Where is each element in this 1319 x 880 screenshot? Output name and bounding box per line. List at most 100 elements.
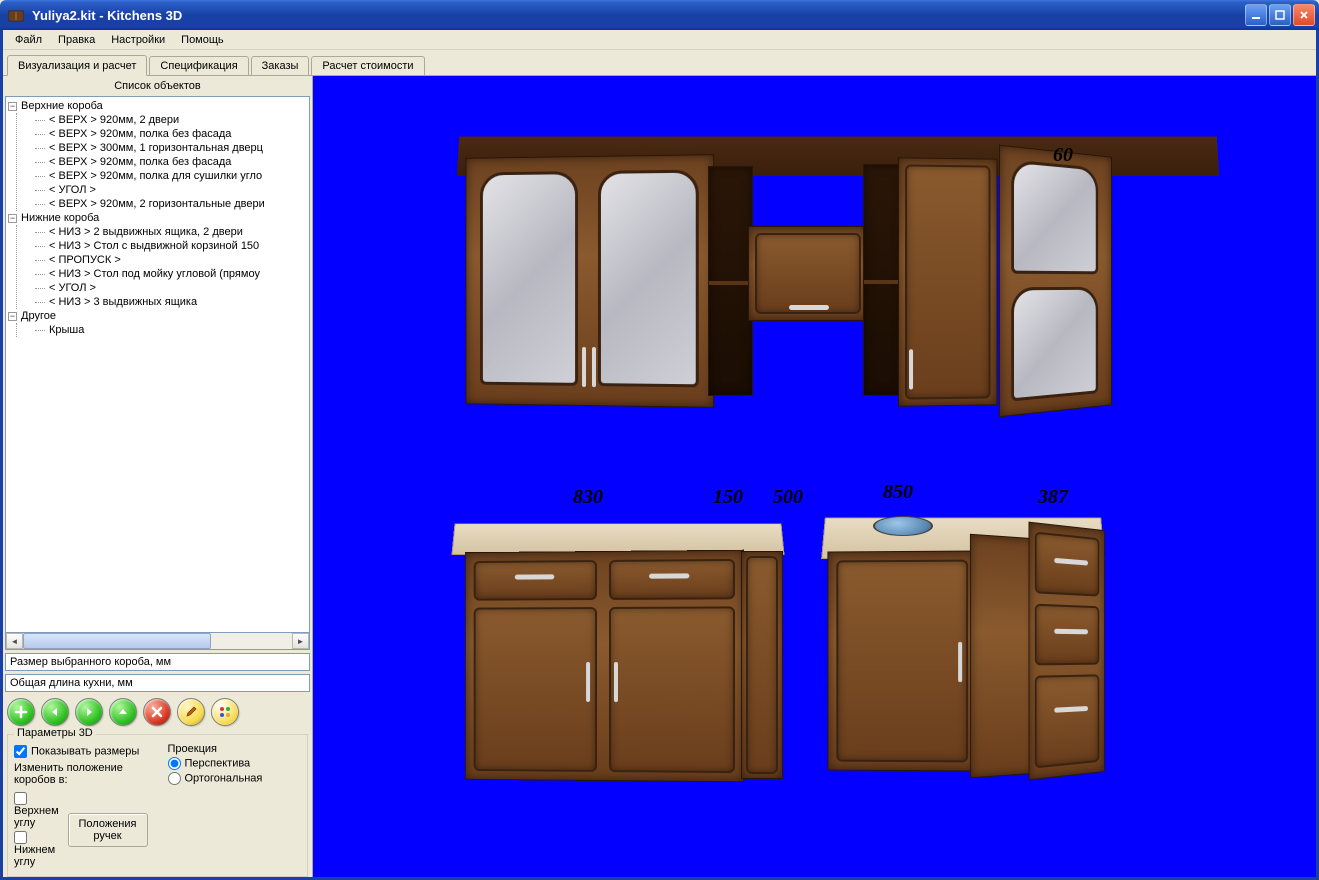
upper-horizontal-cabinet bbox=[748, 226, 868, 321]
tree-item-label: < НИЗ > Стол с выдвижной корзиной 150 bbox=[49, 240, 259, 252]
tree-item-label: < ВЕРХ > 920мм, 2 двери bbox=[49, 114, 179, 126]
tree-item[interactable]: < УГОЛ > bbox=[35, 281, 307, 295]
show-dims-input[interactable] bbox=[14, 745, 27, 758]
scroll-right-icon[interactable]: ► bbox=[292, 633, 309, 649]
scroll-left-icon[interactable]: ◄ bbox=[6, 633, 23, 649]
tab-bar: Визуализация и расчет Спецификация Заказ… bbox=[3, 52, 1316, 76]
move-right-button[interactable] bbox=[75, 698, 103, 726]
tree-item-label: < УГОЛ > bbox=[49, 282, 96, 294]
tree-item-label: < НИЗ > 2 выдвижных ящика, 2 двери bbox=[49, 226, 243, 238]
tree-item-label: < УГОЛ > bbox=[49, 184, 96, 196]
delete-button[interactable] bbox=[143, 698, 171, 726]
tree-item[interactable]: < НИЗ > Стол с выдвижной корзиной 150 bbox=[35, 239, 307, 253]
change-pos-label: Изменить положение коробов в: bbox=[14, 762, 148, 786]
upper-cabinet-glass-right bbox=[999, 145, 1112, 418]
tree-group-other[interactable]: −Другое bbox=[8, 309, 307, 323]
lower-cabinet-drawers-doors bbox=[465, 550, 744, 783]
dimension-label: 60 bbox=[1053, 144, 1073, 167]
menu-settings[interactable]: Настройки bbox=[103, 32, 173, 48]
tree-item[interactable]: < ВЕРХ > 300мм, 1 горизонтальная дверц bbox=[35, 141, 307, 155]
menu-bar: Файл Правка Настройки Помощь bbox=[3, 30, 1316, 50]
move-left-button[interactable] bbox=[41, 698, 69, 726]
tree-item-label: < ВЕРХ > 920мм, полка без фасада bbox=[49, 128, 231, 140]
lower-cabinet-basket bbox=[741, 551, 783, 779]
tree-group-label: Нижние короба bbox=[21, 212, 99, 224]
viewport-3d[interactable]: 60 830 150 500 850 387 bbox=[313, 76, 1316, 877]
orthogonal-radio[interactable]: Ортогональная bbox=[168, 772, 302, 785]
perspective-input[interactable] bbox=[168, 757, 181, 770]
tree-group-lower[interactable]: −Нижние короба bbox=[8, 211, 307, 225]
orthogonal-input[interactable] bbox=[168, 772, 181, 785]
tree-item[interactable]: < ВЕРХ > 920мм, полка без фасада bbox=[35, 127, 307, 141]
tree-item-label: < ПРОПУСК > bbox=[49, 254, 121, 266]
tree-item-label: < ВЕРХ > 300мм, 1 горизонтальная дверц bbox=[49, 142, 263, 154]
sink bbox=[873, 516, 933, 536]
scroll-thumb[interactable] bbox=[23, 633, 211, 649]
tree-item-label: < ВЕРХ > 920мм, полка без фасада bbox=[49, 156, 231, 168]
object-list-title: Список объектов bbox=[3, 76, 312, 96]
scroll-track[interactable] bbox=[23, 633, 292, 649]
top-corner-checkbox[interactable]: Верхнем углу bbox=[14, 792, 60, 829]
handles-position-button[interactable]: Положения ручек bbox=[68, 813, 148, 847]
params-legend: Параметры 3D bbox=[14, 727, 96, 739]
top-corner-input[interactable] bbox=[14, 792, 27, 805]
menu-edit[interactable]: Правка bbox=[50, 32, 103, 48]
tab-orders[interactable]: Заказы bbox=[251, 56, 310, 75]
top-corner-label: Верхнем углу bbox=[14, 805, 59, 829]
close-button[interactable] bbox=[1293, 4, 1315, 26]
params-3d-group: Параметры 3D Показывать размеры Изменить… bbox=[7, 734, 308, 877]
move-up-button[interactable] bbox=[109, 698, 137, 726]
maximize-button[interactable] bbox=[1269, 4, 1291, 26]
tab-visualization[interactable]: Визуализация и расчет bbox=[7, 55, 147, 76]
upper-corner-cabinet bbox=[898, 157, 997, 406]
tree-item-label: < НИЗ > Стол под мойку угловой (прямоу bbox=[49, 268, 260, 280]
bottom-corner-input[interactable] bbox=[14, 831, 27, 844]
object-tree[interactable]: −Верхние короба < ВЕРХ > 920мм, 2 двери … bbox=[5, 96, 310, 633]
minimize-button[interactable] bbox=[1245, 4, 1267, 26]
tree-item[interactable]: < УГОЛ > bbox=[35, 183, 307, 197]
orthogonal-label: Ортогональная bbox=[185, 772, 263, 784]
show-dims-label: Показывать размеры bbox=[31, 745, 139, 757]
tree-item[interactable]: < НИЗ > Стол под мойку угловой (прямоу bbox=[35, 267, 307, 281]
tree-hscroll[interactable]: ◄ ► bbox=[5, 633, 310, 650]
edit-button[interactable] bbox=[177, 698, 205, 726]
minus-icon[interactable]: − bbox=[8, 102, 17, 111]
dimension-label: 500 bbox=[773, 486, 803, 509]
app-icon bbox=[8, 7, 24, 23]
tree-group-label: Верхние короба bbox=[21, 100, 103, 112]
bottom-corner-checkbox[interactable]: Нижнем углу bbox=[14, 831, 60, 868]
bottom-corner-label: Нижнем углу bbox=[14, 844, 55, 868]
tree-item-label: Крыша bbox=[49, 324, 84, 336]
projection-label: Проекция bbox=[168, 743, 302, 755]
perspective-radio[interactable]: Перспектива bbox=[168, 757, 302, 770]
left-panel: Список объектов −Верхние короба < ВЕРХ >… bbox=[3, 76, 313, 877]
tab-costing[interactable]: Расчет стоимости bbox=[311, 56, 424, 75]
tree-item[interactable]: < НИЗ > 2 выдвижных ящика, 2 двери bbox=[35, 225, 307, 239]
menu-help[interactable]: Помощь bbox=[173, 32, 232, 48]
dimension-label: 150 bbox=[713, 486, 743, 509]
tree-item[interactable]: < ВЕРХ > 920мм, 2 двери bbox=[35, 113, 307, 127]
minus-icon[interactable]: − bbox=[8, 312, 17, 321]
total-size-input[interactable] bbox=[5, 674, 310, 692]
selected-size-input[interactable] bbox=[5, 653, 310, 671]
lower-sink-cabinet bbox=[827, 551, 977, 772]
tree-item-label: < ВЕРХ > 920мм, полка для сушилки угло bbox=[49, 170, 262, 182]
upper-open-shelf-1 bbox=[708, 166, 753, 396]
tab-specification[interactable]: Спецификация bbox=[149, 56, 248, 75]
tree-group-upper[interactable]: −Верхние короба bbox=[8, 99, 307, 113]
minus-icon[interactable]: − bbox=[8, 214, 17, 223]
show-dims-checkbox[interactable]: Показывать размеры bbox=[14, 745, 148, 758]
tree-item[interactable]: < ВЕРХ > 920мм, полка без фасада bbox=[35, 155, 307, 169]
tree-item[interactable]: Крыша bbox=[35, 323, 307, 337]
tree-item[interactable]: < ВЕРХ > 920мм, 2 горизонтальные двери bbox=[35, 197, 307, 211]
lower-cabinet-3-drawers bbox=[1028, 522, 1104, 781]
perspective-label: Перспектива bbox=[185, 757, 251, 769]
palette-button[interactable] bbox=[211, 698, 239, 726]
tree-item[interactable]: < ВЕРХ > 920мм, полка для сушилки угло bbox=[35, 169, 307, 183]
add-button[interactable] bbox=[7, 698, 35, 726]
menu-file[interactable]: Файл bbox=[7, 32, 50, 48]
tree-group-label: Другое bbox=[21, 310, 56, 322]
tree-item[interactable]: < НИЗ > 3 выдвижных ящика bbox=[35, 295, 307, 309]
dimension-label: 830 bbox=[573, 486, 603, 509]
tree-item[interactable]: < ПРОПУСК > bbox=[35, 253, 307, 267]
